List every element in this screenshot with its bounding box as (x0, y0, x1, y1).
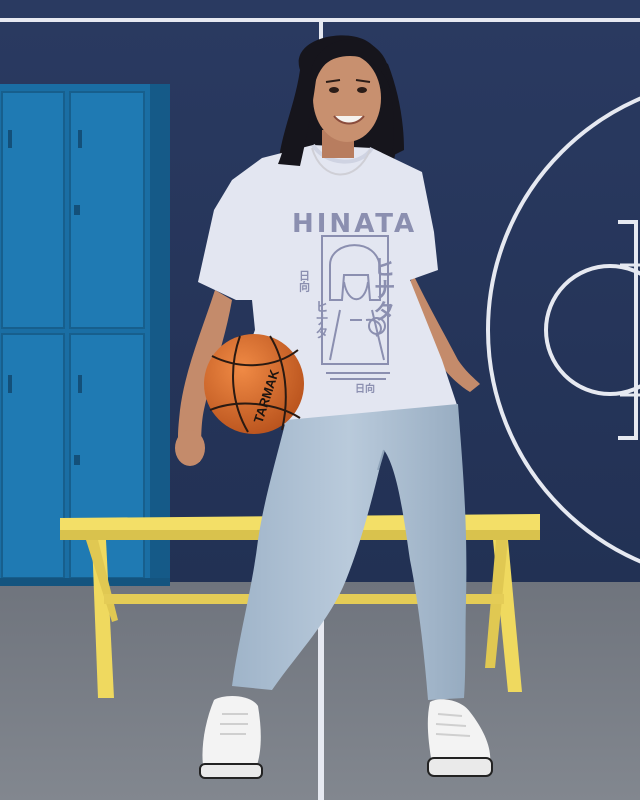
right-hand (175, 430, 205, 466)
face (313, 54, 381, 142)
tshirt-print-left-kanji: 日向 (298, 270, 311, 293)
tshirt-print-left-kana: ヒナタ (313, 300, 329, 339)
tshirt-print-title: HINATA (292, 209, 417, 239)
right-eye (357, 87, 367, 93)
left-eye (329, 87, 339, 93)
basketball: TARMAK (204, 334, 304, 434)
lockers (0, 84, 170, 586)
photo-scene: HINATA ヒナタ 日向 ヒナタ 日向 TARMAK (0, 0, 640, 800)
tshirt-print-bottom-kanji: 日向 (355, 382, 375, 395)
